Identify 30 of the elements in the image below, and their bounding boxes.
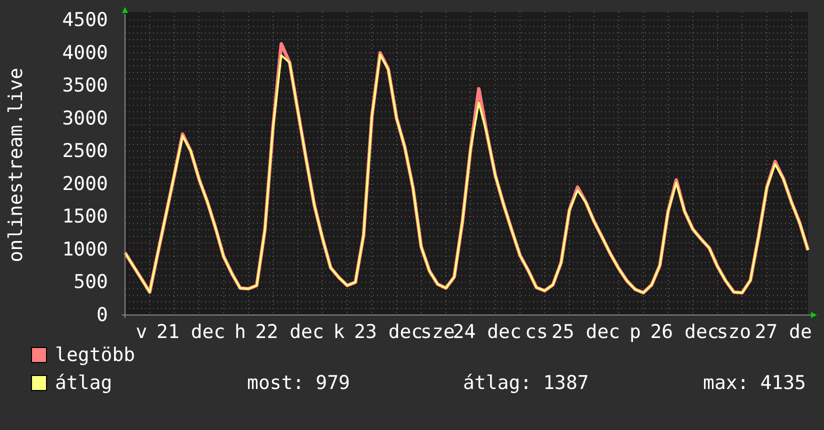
y-tick-label: 1500 [62,206,108,228]
x-tick-label: 24 dec [452,321,522,343]
x-tick-label: 27 de [754,321,812,343]
y-tick-label: 2500 [62,140,108,162]
y-tick-label: 2000 [62,172,108,195]
legend-label: átlag [55,371,114,396]
legend-label: legtöbb [55,343,136,368]
x-tick-label: 21 dec [156,321,226,343]
y-tick-label: 1000 [62,238,108,260]
x-tick-label: szo [716,321,752,343]
x-tick-label: 25 dec [552,321,620,343]
y-tick-label: 3000 [62,107,108,130]
y-tick-label: 500 [74,271,108,294]
x-tick-label: 26 dec [650,321,719,343]
y-tick-label: 3500 [62,74,108,97]
x-tick-label: k [333,321,345,343]
x-tick-label: 22 dec [255,321,324,343]
x-tick-label: cs [525,321,548,343]
legend-stat: most: 979 [247,371,351,396]
x-tick-label: sze [420,321,455,343]
legend-stat: max: 4135 [703,371,806,396]
y-axis-title: onlinestream.live [5,68,27,262]
x-tick-label: h [234,321,246,343]
y-tick-label: 4000 [62,42,108,64]
x-tick-label: v [136,321,148,343]
x-tick-label: 23 dec [354,321,423,343]
x-tick-label: p [629,321,641,343]
legend-stat: átlag: 1387 [463,371,590,396]
y-tick-label: 0 [96,304,108,326]
y-tick-label: 4500 [62,9,108,31]
